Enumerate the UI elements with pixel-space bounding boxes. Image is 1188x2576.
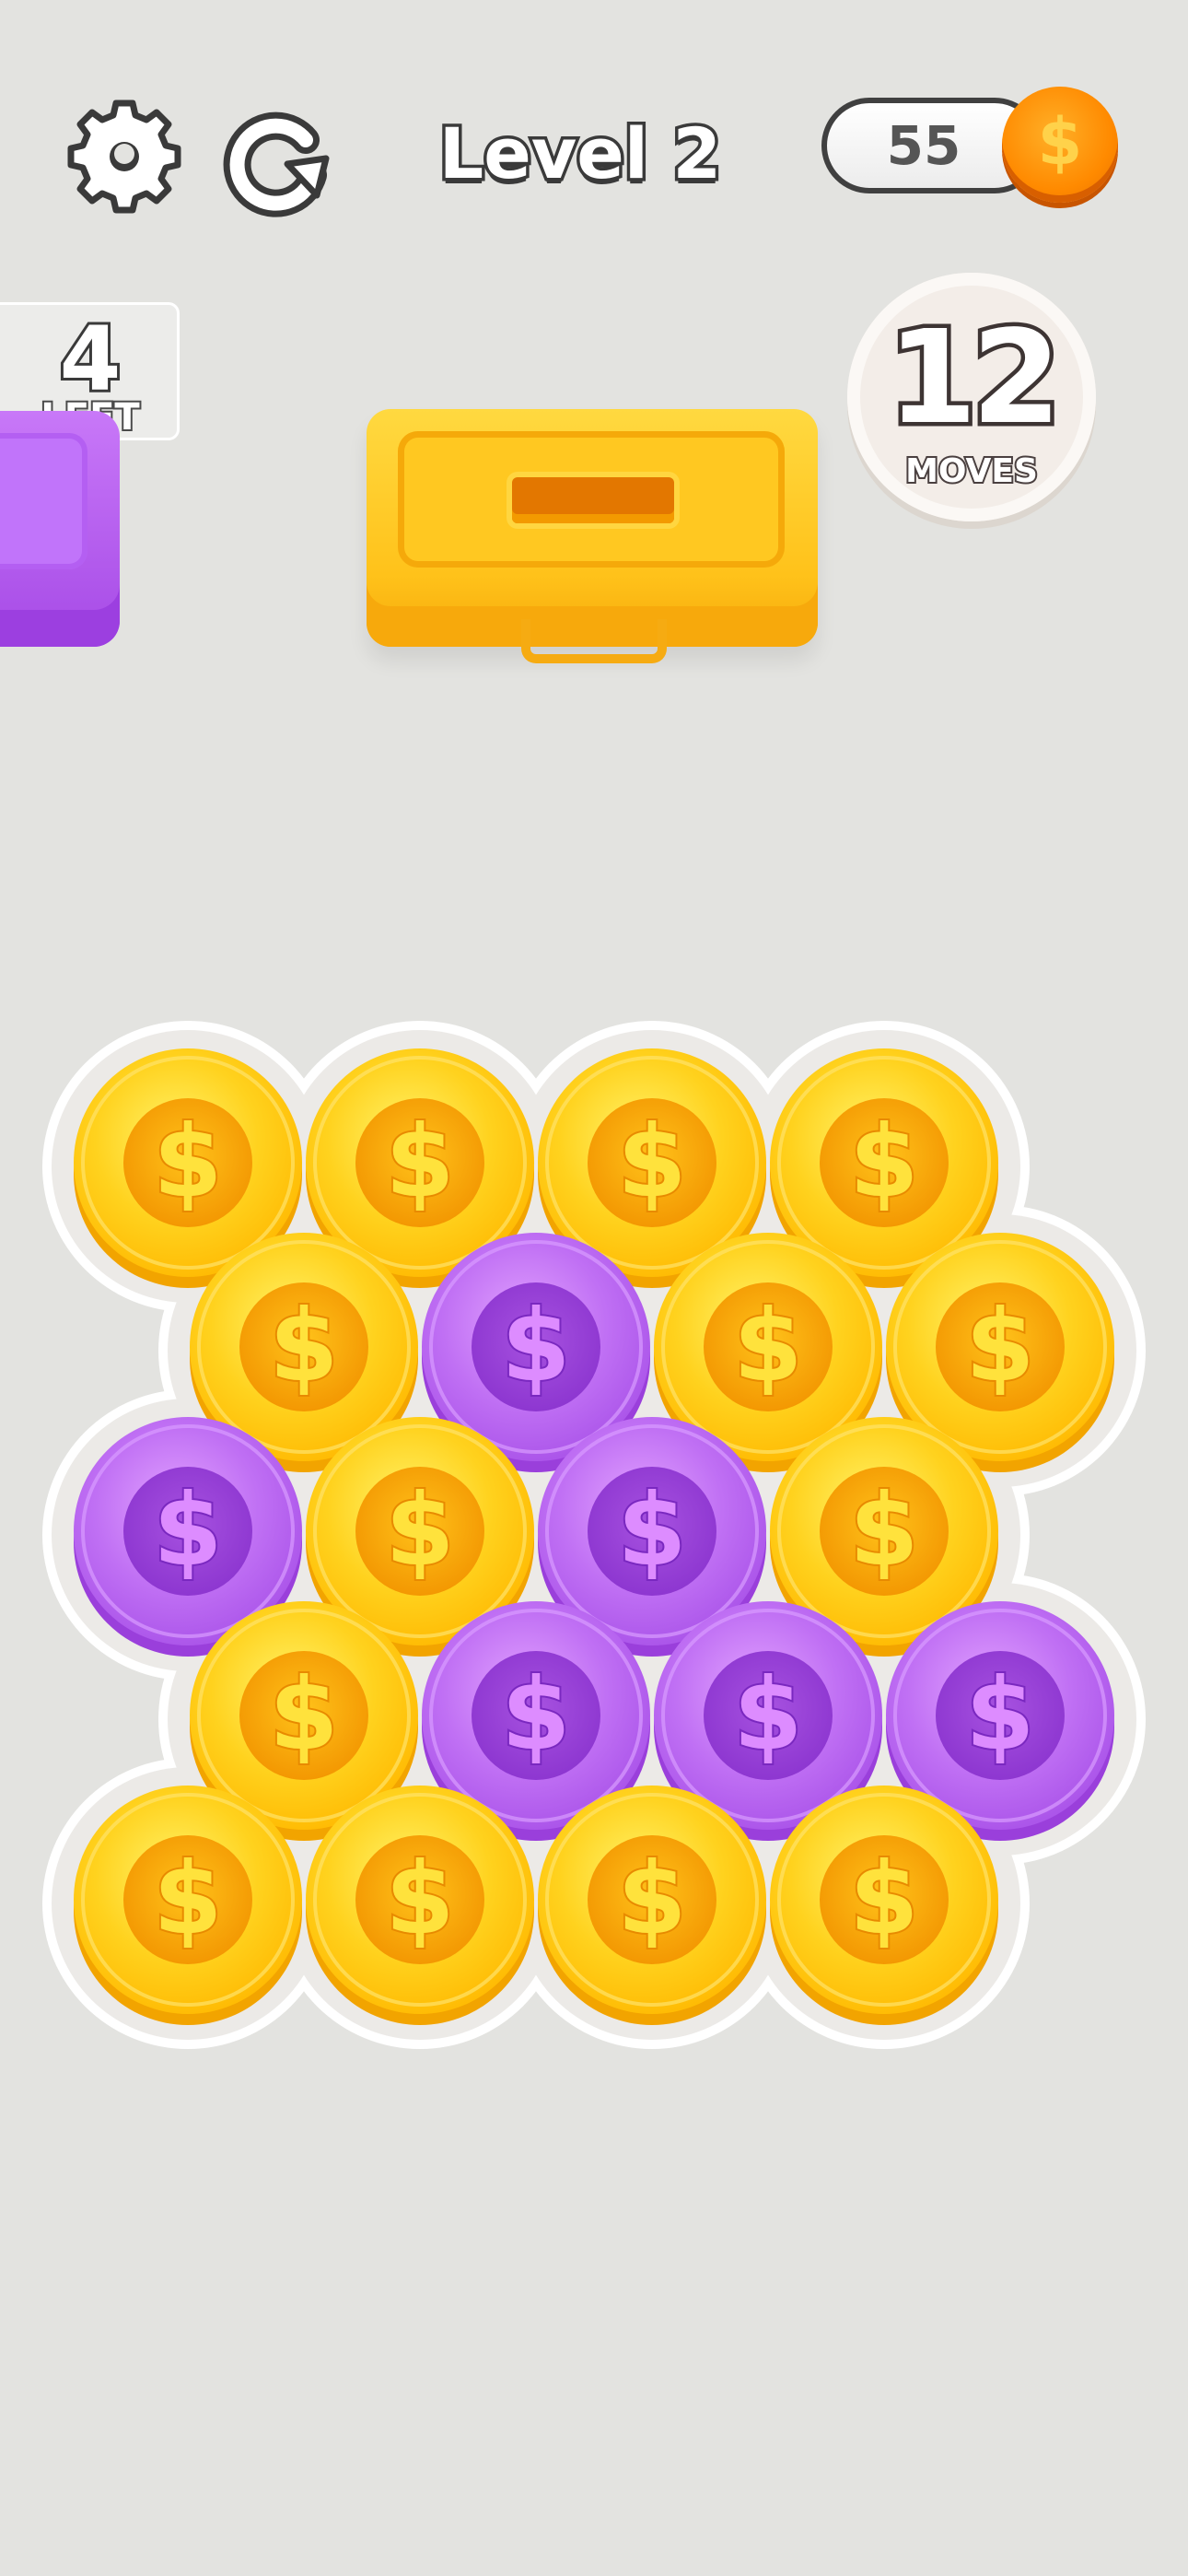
- level-title: Level 2: [436, 110, 724, 198]
- restart-button[interactable]: [214, 92, 343, 221]
- coin-dollar-symbol: $: [501, 1657, 570, 1773]
- coin-dollar-symbol: $: [385, 1473, 454, 1588]
- coin-dollar-symbol: $: [153, 1473, 222, 1588]
- settings-button[interactable]: [60, 92, 189, 221]
- restart-icon: [223, 111, 330, 217]
- coin-dollar-symbol: $: [965, 1657, 1034, 1773]
- coin-gold[interactable]: $: [74, 1786, 302, 2025]
- moves-count: 12: [883, 303, 1066, 453]
- coin-dollar-symbol: $: [385, 1105, 454, 1220]
- purple-box-lid: [0, 433, 87, 569]
- gear-icon: [67, 100, 181, 214]
- coin-symbol: $: [1037, 104, 1083, 180]
- coin-dollar-symbol: $: [153, 1105, 222, 1220]
- coin-balance-value: 55: [886, 114, 961, 177]
- coin-dollar-symbol: $: [617, 1105, 686, 1220]
- yellow-box-slot: [512, 477, 674, 523]
- coin-dollar-symbol: $: [617, 1473, 686, 1588]
- coin-dollar-symbol: $: [849, 1473, 918, 1588]
- coin-gold[interactable]: $: [306, 1786, 534, 2025]
- coin-gold[interactable]: $: [538, 1786, 766, 2025]
- coin-icon: $: [1002, 87, 1118, 203]
- coin-dollar-symbol: $: [965, 1289, 1034, 1404]
- coin-dollar-symbol: $: [153, 1842, 222, 1957]
- coin-grid: $ $ $ $ $ $ $ $ $ $ $ $ $ $ $ $ $ $ $ $: [74, 1048, 1114, 2025]
- coin-gold[interactable]: $: [770, 1786, 998, 2025]
- coin-dollar-symbol: $: [733, 1657, 802, 1773]
- coin-dollar-symbol: $: [849, 1842, 918, 1957]
- coin-dollar-symbol: $: [849, 1105, 918, 1220]
- coin-dollar-symbol: $: [385, 1842, 454, 1957]
- yellow-box-handle: [521, 619, 667, 663]
- moves-label: MOVES: [903, 451, 1040, 492]
- coin-dollar-symbol: $: [501, 1289, 570, 1404]
- coin-dollar-symbol: $: [617, 1842, 686, 1957]
- coin-dollar-symbol: $: [269, 1657, 338, 1773]
- coin-dollar-symbol: $: [733, 1289, 802, 1404]
- coin-dollar-symbol: $: [269, 1289, 338, 1404]
- remaining-count: 4: [57, 305, 124, 414]
